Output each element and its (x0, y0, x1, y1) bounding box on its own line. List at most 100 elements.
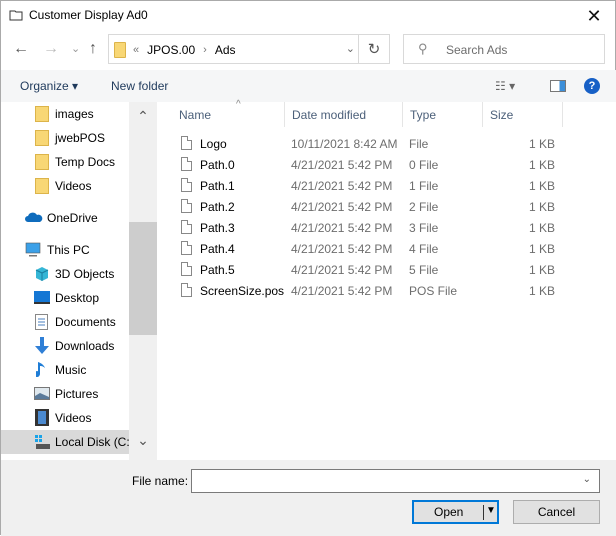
sidebar-item-label: Local Disk (C:) (55, 435, 129, 449)
sidebar-item-this-pc[interactable]: This PC (1, 238, 129, 262)
file-row[interactable]: Path.3 4/21/2021 5:42 PM 3 File 1 KB (160, 217, 616, 238)
open-label: Open (434, 505, 464, 519)
sidebar-item-videos[interactable]: Videos (1, 406, 129, 430)
sidebar-item-label: 3D Objects (55, 267, 115, 281)
column-label: Name (179, 108, 212, 122)
sidebar-item-videos-folder[interactable]: Videos (1, 174, 129, 198)
file-date: 4/21/2021 5:42 PM (291, 284, 393, 298)
column-label: Date modified (292, 108, 367, 122)
search-placeholder: Search Ads (446, 43, 508, 57)
file-type: POS File (409, 284, 458, 298)
column-header-date-modified[interactable]: Date modified (285, 102, 403, 127)
file-type: 5 File (409, 263, 439, 277)
computer-icon (25, 242, 41, 257)
file-row[interactable]: Path.1 4/21/2021 5:42 PM 1 File 1 KB (160, 175, 616, 196)
scrollbar-thumb[interactable] (129, 222, 157, 335)
sidebar-item-downloads[interactable]: Downloads (1, 334, 129, 358)
split-divider (483, 505, 484, 520)
file-icon (181, 199, 192, 213)
cube-icon (35, 267, 49, 281)
sidebar-item-temp-docs[interactable]: Temp Docs (1, 150, 129, 174)
scroll-up-icon[interactable]: ⌃ (129, 108, 157, 125)
breadcrumb-item-jpos[interactable]: JPOS.00 (147, 43, 195, 57)
sidebar-item-label: Documents (55, 315, 116, 329)
file-row[interactable]: Path.4 4/21/2021 5:42 PM 4 File 1 KB (160, 238, 616, 259)
navigation-scrollbar[interactable]: ⌃ ⌄ (129, 102, 157, 460)
file-row[interactable]: Path.2 4/21/2021 5:42 PM 2 File 1 KB (160, 196, 616, 217)
file-list: ^ Name Date modified Type Size Logo 10/11… (160, 99, 616, 460)
file-type: 3 File (409, 221, 439, 235)
column-label: Type (410, 108, 437, 122)
file-row[interactable]: Path.0 4/21/2021 5:42 PM 0 File 1 KB (160, 154, 616, 175)
new-folder-button[interactable]: New folder (111, 79, 168, 93)
sidebar-item-documents[interactable]: Documents (1, 310, 129, 334)
organize-button[interactable]: Organize ▾ (20, 79, 78, 93)
music-icon (36, 362, 45, 377)
help-icon[interactable]: ? (584, 78, 600, 94)
navigation-pane: images jwebPOS Temp Docs Videos OneDrive… (1, 102, 129, 460)
file-name: Path.1 (200, 179, 235, 193)
file-row[interactable]: ScreenSize.pos 4/21/2021 5:42 PM POS Fil… (160, 280, 616, 301)
sidebar-item-label: Videos (55, 179, 92, 193)
breadcrumb: « JPOS.00 › Ads (133, 43, 236, 57)
chevron-down-icon[interactable]: ⌄ (346, 42, 355, 55)
file-size: 1 KB (528, 200, 555, 214)
column-header-name[interactable]: ^ Name (172, 99, 285, 127)
folder-icon (35, 106, 49, 122)
refresh-button[interactable]: ↻ (358, 35, 389, 63)
breadcrumb-item-ads[interactable]: Ads (215, 43, 236, 57)
recent-locations-icon[interactable]: ⌄ (71, 42, 80, 55)
file-row[interactable]: Logo 10/11/2021 8:42 AM File 1 KB (160, 133, 616, 154)
file-date: 4/21/2021 5:42 PM (291, 242, 393, 256)
search-input[interactable]: ⚲ Search Ads (403, 34, 605, 64)
cancel-button[interactable]: Cancel (513, 500, 600, 524)
file-size: 1 KB (528, 263, 555, 277)
back-icon[interactable]: ← (13, 40, 29, 58)
file-icon (181, 178, 192, 192)
close-button[interactable]: ✕ (571, 1, 616, 31)
file-icon (181, 157, 192, 171)
view-options-icon[interactable]: ☷ ▾ (495, 79, 515, 93)
document-icon (35, 314, 48, 330)
refresh-icon: ↻ (367, 41, 381, 58)
sidebar-item-jwebpos[interactable]: jwebPOS (1, 126, 129, 150)
search-icon: ⚲ (418, 41, 428, 56)
column-header-size[interactable]: Size (483, 102, 563, 127)
column-header-type[interactable]: Type (403, 102, 483, 127)
file-icon (181, 262, 192, 276)
sidebar-item-pictures[interactable]: Pictures (1, 382, 129, 406)
open-button[interactable]: Open ▼ (412, 500, 499, 524)
sidebar-item-onedrive[interactable]: OneDrive (1, 206, 129, 230)
chevron-down-icon[interactable]: ⌄ (583, 474, 591, 485)
up-icon[interactable]: ↑ (89, 40, 97, 58)
dialog-icon (9, 10, 23, 21)
desktop-icon (34, 291, 50, 304)
sidebar-item-label: Videos (55, 411, 92, 425)
file-icon (181, 283, 192, 297)
sidebar-item-music[interactable]: Music (1, 358, 129, 382)
preview-pane-icon[interactable] (550, 80, 566, 92)
sidebar-item-desktop[interactable]: Desktop (1, 286, 129, 310)
file-name: Path.0 (200, 158, 235, 172)
scroll-down-icon[interactable]: ⌄ (129, 432, 157, 449)
sidebar-item-images[interactable]: images (1, 102, 129, 126)
folder-icon (114, 42, 126, 58)
chevron-right-icon[interactable]: › (203, 44, 207, 56)
file-date: 10/11/2021 8:42 AM (291, 137, 398, 151)
file-size: 1 KB (528, 137, 555, 151)
file-type: 1 File (409, 179, 439, 193)
file-type: File (409, 137, 429, 151)
forward-icon[interactable]: → (43, 40, 59, 58)
file-row[interactable]: Path.5 4/21/2021 5:42 PM 5 File 1 KB (160, 259, 616, 280)
file-name-input[interactable]: ⌄ (191, 469, 600, 493)
sort-ascending-icon: ^ (236, 99, 241, 110)
open-file-dialog: Customer Display Ad0 ✕ ← → ⌄ ↑ « JPOS.00… (0, 0, 616, 536)
sidebar-item-local-disk[interactable]: Local Disk (C:) (1, 430, 129, 454)
address-bar[interactable]: « JPOS.00 › Ads ⌄ ↻ (108, 34, 390, 64)
file-name: Path.2 (200, 200, 235, 214)
file-icon (181, 136, 192, 150)
sidebar-item-3d-objects[interactable]: 3D Objects (1, 262, 129, 286)
open-dropdown-icon[interactable]: ▼ (486, 505, 496, 516)
download-icon (35, 337, 49, 354)
breadcrumb-overflow[interactable]: « (133, 44, 139, 56)
